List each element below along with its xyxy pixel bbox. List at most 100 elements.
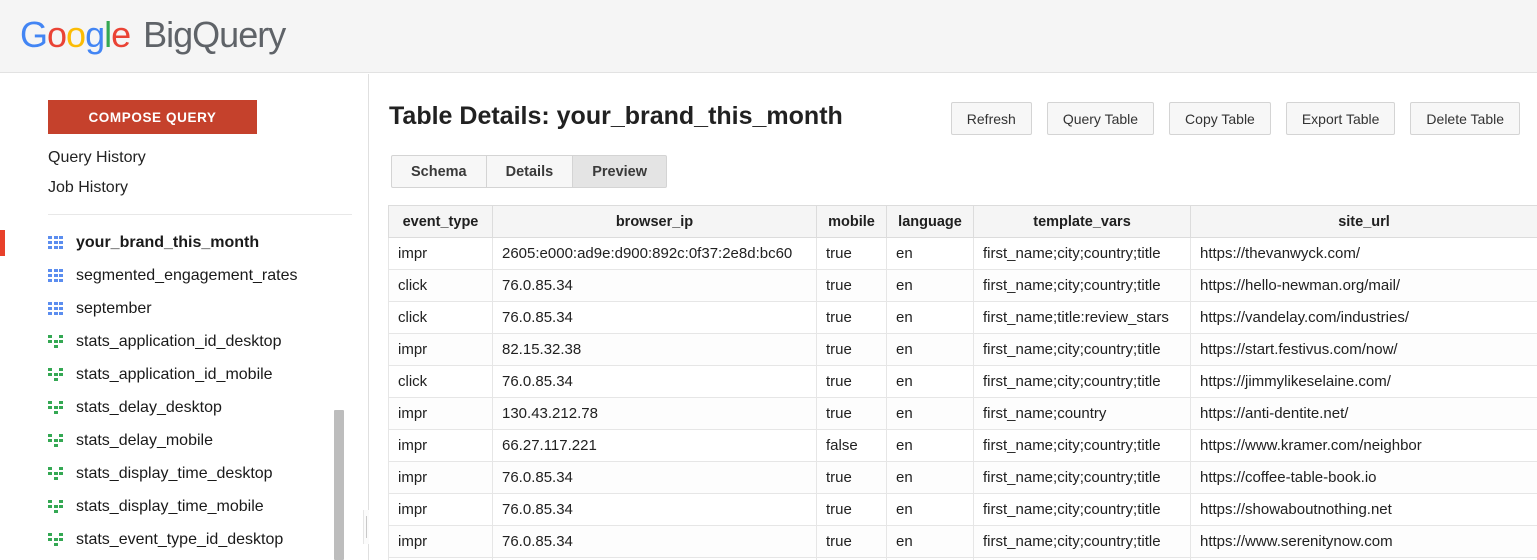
cell-mobile: true bbox=[816, 525, 887, 558]
column-header-event_type[interactable]: event_type bbox=[388, 205, 493, 238]
view-icon bbox=[48, 467, 63, 480]
cell-browser_ip: 76.0.85.34 bbox=[492, 301, 817, 334]
sidebar-tree-item-label: stats_delay_mobile bbox=[76, 431, 213, 449]
query-table-button[interactable]: Query Table bbox=[1046, 102, 1155, 135]
cell-site_url: https://coffee-table-book.io bbox=[1190, 461, 1537, 494]
sidebar-tree-item[interactable]: your_brand_this_month bbox=[0, 226, 368, 259]
cell-site_url: https://showaboutnothing.net bbox=[1190, 493, 1537, 526]
grip-line-1 bbox=[365, 516, 367, 538]
table-icon bbox=[48, 236, 63, 249]
table-row: impr76.0.85.34trueenfirst_name;city;coun… bbox=[388, 525, 1537, 558]
preview-table: event_type browser_ip mobile language templa… bbox=[388, 205, 1537, 560]
cell-template_vars: first_name;city;country;title bbox=[973, 237, 1191, 270]
export-table-button[interactable]: Export Table bbox=[1285, 102, 1396, 135]
cell-site_url: https://www.kramer.com/neighbor bbox=[1190, 429, 1537, 462]
sidebar-tree-item[interactable]: segmented_engagement_rates bbox=[0, 259, 368, 292]
sidebar-tree-item-label: stats_application_id_desktop bbox=[76, 332, 282, 350]
sidebar-tree-item-label: stats_display_time_desktop bbox=[76, 464, 273, 482]
table-row: impr 2605:e000:ad9e:d900:892c:0f37:2e8d:b… bbox=[388, 237, 1537, 270]
sidebar-tree-item[interactable]: stats_delay_desktop bbox=[0, 391, 368, 424]
cell-site_url: https://jimmylikeselaine.com/ bbox=[1190, 365, 1537, 398]
refresh-button[interactable]: Refresh bbox=[950, 102, 1032, 135]
cell-language: en bbox=[886, 525, 974, 558]
column-header-browser_ip[interactable]: browser_ip bbox=[492, 205, 817, 238]
view-icon bbox=[48, 500, 63, 513]
table-row: click 76.0.85.34 true en first_name;city;cou… bbox=[388, 365, 1537, 398]
cell-language: en bbox=[886, 429, 974, 462]
cell-event_type: impr bbox=[388, 429, 493, 462]
cell-event_type: impr bbox=[388, 333, 493, 366]
cell-mobile: true bbox=[816, 397, 887, 430]
table-body: impr 2605:e000:ad9e:d900:892c:0f37:2e8d:b… bbox=[388, 237, 1537, 560]
table-row: click 76.0.85.34 true en first_name;city;cou… bbox=[388, 269, 1537, 302]
sidebar-tree-item[interactable]: stats_application_id_mobile bbox=[0, 358, 368, 391]
sidebar-item-job-history[interactable]: Job History bbox=[48, 179, 128, 197]
cell-event_type: click bbox=[388, 269, 493, 302]
cell-language: en bbox=[886, 365, 974, 398]
cell-mobile: true bbox=[816, 269, 887, 302]
cell-template_vars: first_name;title:review_stars bbox=[973, 301, 1191, 334]
cell-event_type: click bbox=[388, 301, 493, 334]
cell-browser_ip: 2605:e000:ad9e:d900:892c:0f37:2e8d:bc60 bbox=[492, 237, 817, 270]
page-title: Table Details: your_brand_this_month bbox=[389, 102, 843, 130]
cell-event_type: impr bbox=[388, 237, 493, 270]
sidebar-tree-item[interactable]: stats_event_type_id_desktop bbox=[0, 523, 368, 556]
cell-template_vars: first_name;city;country;title bbox=[973, 333, 1191, 366]
cell-site_url: https://vandelay.com/industries/ bbox=[1190, 301, 1537, 334]
cell-mobile: true bbox=[816, 301, 887, 334]
cell-language: en bbox=[886, 237, 974, 270]
logo-letter-o2: o bbox=[66, 14, 86, 55]
cell-template_vars: first_name;city;country;title bbox=[973, 365, 1191, 398]
table-row: impr 66.27.117.221 false en first_name;city;… bbox=[388, 429, 1537, 462]
column-header-language[interactable]: language bbox=[886, 205, 974, 238]
cell-site_url: https://hello-newman.org/mail/ bbox=[1190, 269, 1537, 302]
cell-template_vars: first_name;city;country;title bbox=[973, 461, 1191, 494]
tab-preview[interactable]: Preview bbox=[573, 155, 668, 188]
sidebar-tree-item[interactable]: stats_display_time_desktop bbox=[0, 457, 368, 490]
tab-strip: Schema Details Preview bbox=[391, 155, 668, 188]
copy-table-button[interactable]: Copy Table bbox=[1169, 102, 1271, 135]
table-row: impr 82.15.32.38 true en first_name;city;cou… bbox=[388, 333, 1537, 366]
view-icon bbox=[48, 335, 63, 348]
product-name: BigQuery bbox=[143, 14, 286, 55]
table-row: impr 130.43.212.78 true en first_name;countr… bbox=[388, 397, 1537, 430]
sidebar-tree-item[interactable]: stats_display_time_mobile bbox=[0, 490, 368, 523]
cell-event_type: click bbox=[388, 365, 493, 398]
cell-event_type: impr bbox=[388, 461, 493, 494]
cell-browser_ip: 66.27.117.221 bbox=[492, 429, 817, 462]
sidebar-divider bbox=[48, 214, 352, 215]
sidebar-tree-item[interactable]: stats_application_id_desktop bbox=[0, 325, 368, 358]
tab-details[interactable]: Details bbox=[486, 155, 574, 188]
tab-schema[interactable]: Schema bbox=[391, 155, 487, 188]
delete-table-button[interactable]: Delete Table bbox=[1410, 102, 1520, 135]
sidebar-tree-item-label: stats_application_id_mobile bbox=[76, 365, 273, 383]
column-header-template_vars[interactable]: template_vars bbox=[973, 205, 1191, 238]
cell-mobile: true bbox=[816, 365, 887, 398]
sidebar-scrollbar-thumb[interactable] bbox=[334, 410, 344, 560]
sidebar-item-query-history[interactable]: Query History bbox=[48, 149, 146, 167]
sidebar-tree-item[interactable]: september bbox=[0, 292, 368, 325]
sidebar-tree-item-label: september bbox=[76, 299, 152, 317]
cell-site_url: https://start.festivus.com/now/ bbox=[1190, 333, 1537, 366]
cell-browser_ip: 76.0.85.34 bbox=[492, 493, 817, 526]
cell-event_type: impr bbox=[388, 397, 493, 430]
cell-mobile: true bbox=[816, 237, 887, 270]
table-row: impr76.0.85.34trueenfirst_name;city;coun… bbox=[388, 461, 1537, 494]
cell-language: en bbox=[886, 269, 974, 302]
cell-template_vars: first_name;city;country;title bbox=[973, 493, 1191, 526]
compose-query-button[interactable]: COMPOSE QUERY bbox=[48, 100, 257, 134]
table-header: event_type browser_ip mobile language templa… bbox=[388, 205, 1537, 238]
column-header-mobile[interactable]: mobile bbox=[816, 205, 887, 238]
cell-language: en bbox=[886, 333, 974, 366]
sidebar: COMPOSE QUERY Query History Job History … bbox=[0, 74, 368, 560]
table-row: click 76.0.85.34 true en first_name;title:re… bbox=[388, 301, 1537, 334]
cell-event_type: impr bbox=[388, 493, 493, 526]
sidebar-tree-item[interactable]: stats_delay_mobile bbox=[0, 424, 368, 457]
cell-template_vars: first_name;city;country;title bbox=[973, 525, 1191, 558]
logo-letter-g: G bbox=[20, 14, 48, 55]
column-header-site_url[interactable]: site_url bbox=[1190, 205, 1537, 238]
cell-language: en bbox=[886, 461, 974, 494]
cell-browser_ip: 76.0.85.34 bbox=[492, 365, 817, 398]
logo-letter-g2: g bbox=[85, 14, 105, 55]
preview-table-container[interactable]: event_type browser_ip mobile language templa… bbox=[388, 205, 1537, 560]
